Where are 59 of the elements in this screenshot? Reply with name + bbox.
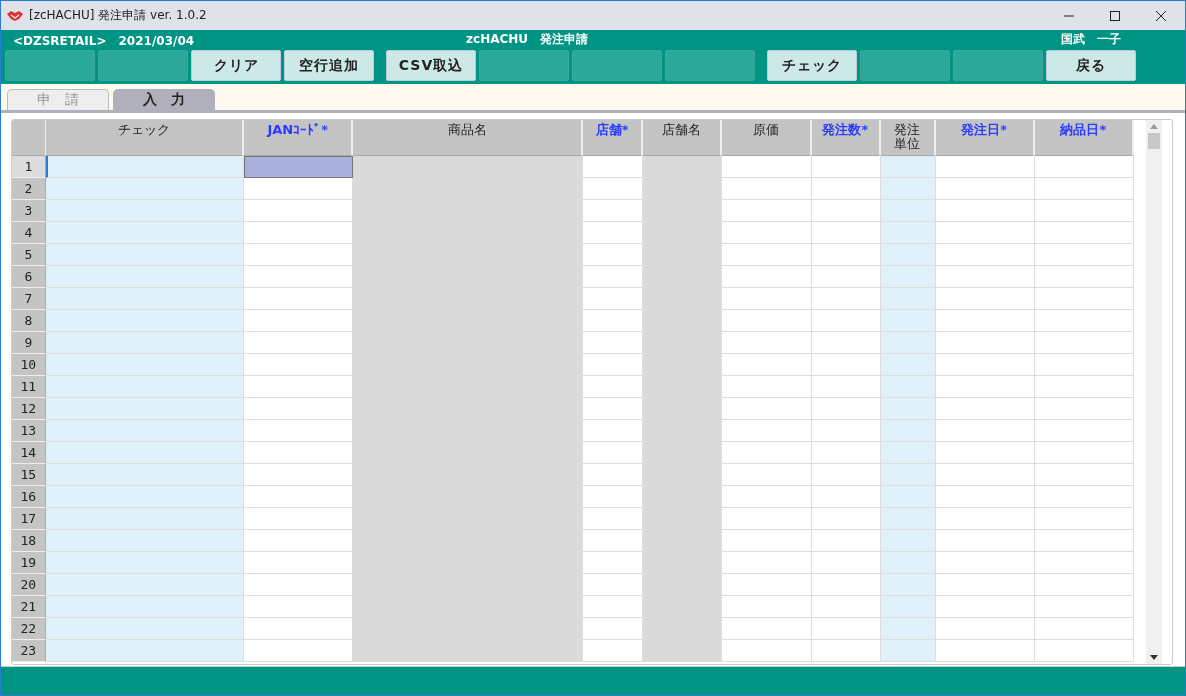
row-number[interactable]: 12: [12, 398, 46, 420]
row-number[interactable]: 11: [12, 376, 46, 398]
row-number[interactable]: 6: [12, 266, 46, 288]
row-number[interactable]: 2: [12, 178, 46, 200]
row-number[interactable]: 13: [12, 420, 46, 442]
row-number[interactable]: 1: [12, 156, 46, 178]
row-number[interactable]: 20: [12, 574, 46, 596]
column-header[interactable]: 原価: [722, 120, 812, 156]
blank-toolbar-button[interactable]: [953, 50, 1043, 81]
row-number[interactable]: 5: [12, 244, 46, 266]
blank-toolbar-button[interactable]: [5, 50, 95, 81]
screen-title: zcHACHU 発注申請: [466, 31, 589, 48]
column-header[interactable]: 発注数*: [811, 120, 882, 156]
row-number[interactable]: 23: [12, 640, 46, 662]
toolbar-button[interactable]: 戻る: [1046, 50, 1136, 81]
row-number[interactable]: 14: [12, 442, 46, 464]
row-number[interactable]: 7: [12, 288, 46, 310]
scroll-up-icon[interactable]: [1150, 124, 1158, 129]
toolbar-button[interactable]: クリア: [191, 50, 281, 81]
column-header[interactable]: 店舗*: [583, 120, 643, 156]
row-number[interactable]: 8: [12, 310, 46, 332]
row-number[interactable]: 17: [12, 508, 46, 530]
column-header[interactable]: 納品日*: [1034, 120, 1134, 156]
date-label: 2021/03/04: [118, 34, 195, 48]
row-number[interactable]: 19: [12, 552, 46, 574]
tab[interactable]: 入 力: [113, 89, 215, 110]
toolbar-button[interactable]: CSV取込: [386, 50, 476, 81]
row-number[interactable]: 16: [12, 486, 46, 508]
column-header[interactable]: 発注日*: [935, 120, 1035, 156]
handshake-icon: [7, 9, 23, 22]
row-number[interactable]: 10: [12, 354, 46, 376]
scroll-down-icon[interactable]: [1150, 655, 1158, 660]
blank-toolbar-button[interactable]: [479, 50, 569, 81]
row-number[interactable]: 9: [12, 332, 46, 354]
maximize-icon[interactable]: [1109, 9, 1121, 22]
user-name: 国武 一子: [1061, 31, 1121, 48]
blank-toolbar-button[interactable]: [860, 50, 950, 81]
row-number[interactable]: 21: [12, 596, 46, 618]
company-code: <DZSRETAIL>: [13, 34, 107, 48]
column-header[interactable]: JANｺｰﾄﾞ*: [244, 120, 354, 156]
row-number[interactable]: 18: [12, 530, 46, 552]
column-header[interactable]: 商品名: [353, 120, 584, 156]
row-number[interactable]: 3: [12, 200, 46, 222]
column-header[interactable]: 店舗名: [642, 120, 723, 156]
blank-toolbar-button[interactable]: [665, 50, 755, 81]
column-header[interactable]: 発注単位: [881, 120, 936, 156]
row-number[interactable]: 15: [12, 464, 46, 486]
window-title: [zcHACHU] 発注申請 ver. 1.0.2: [29, 7, 207, 24]
toolbar-button[interactable]: 空行追加: [284, 50, 374, 81]
toolbar-button[interactable]: チェック: [767, 50, 857, 81]
scroll-thumb[interactable]: [1148, 133, 1160, 149]
close-icon[interactable]: [1155, 9, 1167, 22]
blank-toolbar-button[interactable]: [572, 50, 662, 81]
row-number[interactable]: 22: [12, 618, 46, 640]
table-cell[interactable]: [244, 156, 354, 178]
blank-toolbar-button[interactable]: [98, 50, 188, 81]
column-header[interactable]: チェック: [45, 120, 245, 156]
row-number[interactable]: 4: [12, 222, 46, 244]
vertical-scrollbar[interactable]: [1146, 120, 1162, 664]
